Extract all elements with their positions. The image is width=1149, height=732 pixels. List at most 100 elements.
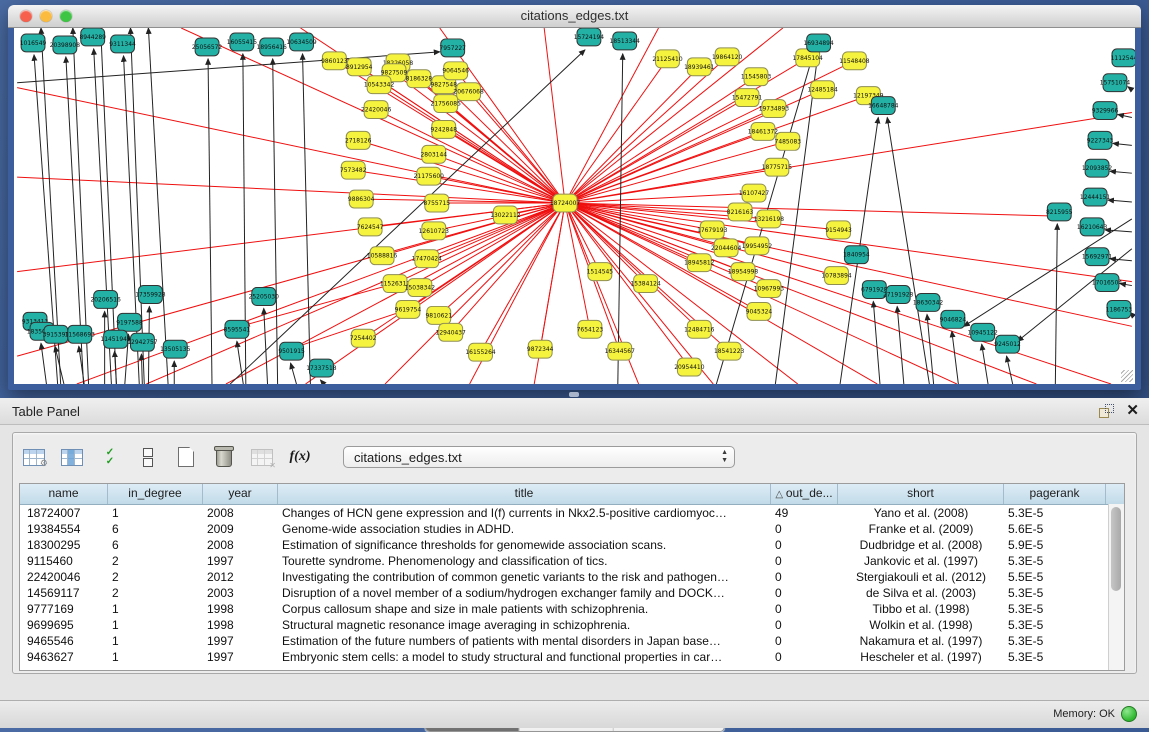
graph-node[interactable]: 15472791 xyxy=(732,89,763,107)
graph-node[interactable]: 8944289 xyxy=(79,28,106,46)
delete-table-button[interactable] xyxy=(211,444,237,470)
graph-node[interactable]: 12093852 xyxy=(1082,159,1113,177)
graph-node[interactable]: 18939461 xyxy=(684,58,715,76)
graph-node[interactable]: 17679193 xyxy=(697,221,728,239)
graph-node[interactable]: 8912954 xyxy=(346,58,373,76)
graph-node[interactable]: 20206516 xyxy=(90,291,121,309)
graph-node[interactable]: 22044604 xyxy=(711,239,742,257)
graph-node[interactable]: 9860123 xyxy=(321,52,348,70)
graph-node[interactable]: 15692971 xyxy=(1082,248,1113,266)
graph-node[interactable]: 19734893 xyxy=(759,100,790,118)
graph-node[interactable]: 13505135 xyxy=(160,340,191,358)
table-row[interactable]: 969969511998Structural magnetic resonanc… xyxy=(20,617,1124,633)
show-columns-button[interactable] xyxy=(59,444,85,470)
graph-node[interactable]: 16934894 xyxy=(803,34,834,52)
graph-node[interactable]: 7654123 xyxy=(577,320,604,338)
graph-node[interactable]: 1186753 xyxy=(1106,300,1133,318)
graph-node[interactable]: 10945122 xyxy=(968,323,999,341)
graph-node[interactable]: 18630342 xyxy=(913,294,944,312)
network-canvas-svg[interactable]: 9860123891295418226058982750910543342818… xyxy=(14,28,1135,384)
memory-status-indicator[interactable] xyxy=(1121,706,1137,722)
graph-node[interactable]: 18513344 xyxy=(610,32,641,50)
graph-node[interactable]: 19864120 xyxy=(712,48,743,66)
graph-node[interactable]: 16107427 xyxy=(739,184,770,202)
graph-node[interactable]: 27191928 xyxy=(883,286,914,304)
window-titlebar[interactable]: citations_edges.txt xyxy=(8,5,1141,28)
graph-node[interactable]: 10967993 xyxy=(754,280,785,298)
table-row[interactable]: 977716911998Corpus callosum shape and si… xyxy=(20,601,1124,617)
graph-node[interactable]: 15038342 xyxy=(405,279,436,297)
graph-node[interactable]: 16344567 xyxy=(605,342,636,360)
graph-node[interactable]: 25205030 xyxy=(249,288,280,306)
close-panel-icon[interactable]: ✕ xyxy=(1126,401,1139,419)
table-row[interactable]: 1872400712008Changes of HCN gene express… xyxy=(20,505,1124,521)
column-header-name[interactable]: name xyxy=(20,484,108,504)
table-row[interactable]: 1830029562008Estimation of significance … xyxy=(20,537,1124,553)
table-vertical-scrollbar[interactable] xyxy=(1108,504,1124,670)
graph-node[interactable]: 16210643 xyxy=(1077,218,1108,236)
graph-node[interactable]: 15384124 xyxy=(630,275,661,293)
graph-node[interactable]: 13216198 xyxy=(754,210,785,228)
graph-node[interactable]: 22420046 xyxy=(361,101,392,119)
graph-node[interactable]: 18956416 xyxy=(257,38,288,56)
graph-node[interactable]: 7254402 xyxy=(350,329,377,347)
graph-node[interactable]: 12940437 xyxy=(436,323,467,341)
graph-node[interactable]: 8186328 xyxy=(406,70,433,88)
graph-node[interactable]: 10634509 xyxy=(286,33,317,51)
graph-node[interactable]: 21175600 xyxy=(414,167,445,185)
table-row[interactable]: 946554611997Estimation of the future num… xyxy=(20,633,1124,649)
graph-node[interactable]: 13022112 xyxy=(490,206,521,224)
graph-node[interactable]: 1112544 xyxy=(1111,49,1135,67)
panel-splitter-handle[interactable] xyxy=(569,392,579,397)
new-table-button[interactable] xyxy=(173,444,199,470)
graph-node[interactable]: 20398908 xyxy=(50,36,81,54)
graph-node[interactable]: 8755715 xyxy=(424,194,451,212)
scrollbar-thumb[interactable] xyxy=(1111,507,1121,591)
table-row[interactable]: 946362711997Embryonic stem cells: a mode… xyxy=(20,649,1124,665)
column-header-title[interactable]: title xyxy=(278,484,771,504)
graph-node[interactable]: 21125410 xyxy=(652,50,683,68)
graph-node[interactable]: 9886304 xyxy=(348,190,375,208)
network-table-selector[interactable]: citations_edges.txt ▲ ▼ xyxy=(343,446,735,468)
column-header-short[interactable]: short xyxy=(838,484,1004,504)
graph-node[interactable]: 18461372 xyxy=(748,122,779,140)
graph-node[interactable]: 7573482 xyxy=(340,161,367,179)
graph-node[interactable]: 17337518 xyxy=(306,359,337,377)
table-row[interactable]: 1938455462009Genome-wide association stu… xyxy=(20,521,1124,537)
graph-node[interactable]: 10783894 xyxy=(821,267,852,285)
graph-node[interactable]: 11545803 xyxy=(741,68,772,86)
column-header-pagerank[interactable]: pagerank xyxy=(1004,484,1106,504)
graph-node[interactable]: 9046824 xyxy=(940,310,967,328)
graph-node[interactable]: 9197588 xyxy=(116,313,143,331)
graph-node[interactable]: 10588816 xyxy=(367,247,398,265)
table-row[interactable]: 2242004622012Investigating the contribut… xyxy=(20,569,1124,585)
graph-node[interactable]: 9810621 xyxy=(426,306,453,324)
graph-node[interactable]: 9245012 xyxy=(994,335,1021,353)
graph-node[interactable]: 15751074 xyxy=(1100,74,1131,92)
graph-node[interactable]: 25056572 xyxy=(192,38,223,56)
graph-node[interactable]: 1016549 xyxy=(20,34,47,52)
graph-node[interactable]: 9242848 xyxy=(430,120,457,138)
graph-node[interactable]: 18954998 xyxy=(728,263,759,281)
graph-node[interactable]: 20676068 xyxy=(453,83,484,101)
graph-node[interactable]: 16648784 xyxy=(868,97,899,115)
table-row[interactable]: 1456911722003Disruption of a novel membe… xyxy=(20,585,1124,601)
graph-node[interactable]: 12610723 xyxy=(419,222,450,240)
function-builder-button[interactable]: f(x) xyxy=(287,444,313,470)
graph-node[interactable]: 12485184 xyxy=(807,81,838,99)
graph-node[interactable]: 17016504 xyxy=(1092,274,1123,292)
graph-node[interactable]: 17470424 xyxy=(412,250,443,268)
graph-node[interactable]: 15724194 xyxy=(574,28,605,46)
table-row[interactable]: 911546021997Tourette syndrome. Phenomeno… xyxy=(20,553,1124,569)
graph-node[interactable]: 19954952 xyxy=(742,237,773,255)
graph-node[interactable]: 9872344 xyxy=(527,340,554,358)
graph-node[interactable]: 7624547 xyxy=(357,218,384,236)
graph-node[interactable]: 20954410 xyxy=(674,358,705,376)
graph-node[interactable]: 8595541 xyxy=(224,320,251,338)
graph-node[interactable]: 16055415 xyxy=(227,33,258,51)
column-header-out_de[interactable]: △ out_de... xyxy=(771,484,838,504)
graph-node[interactable]: 8216163 xyxy=(727,203,754,221)
graph-node[interactable]: 12444151 xyxy=(1080,188,1111,206)
column-header-in_degree[interactable]: in_degree xyxy=(108,484,203,504)
graph-node[interactable]: 18775715 xyxy=(762,158,793,176)
